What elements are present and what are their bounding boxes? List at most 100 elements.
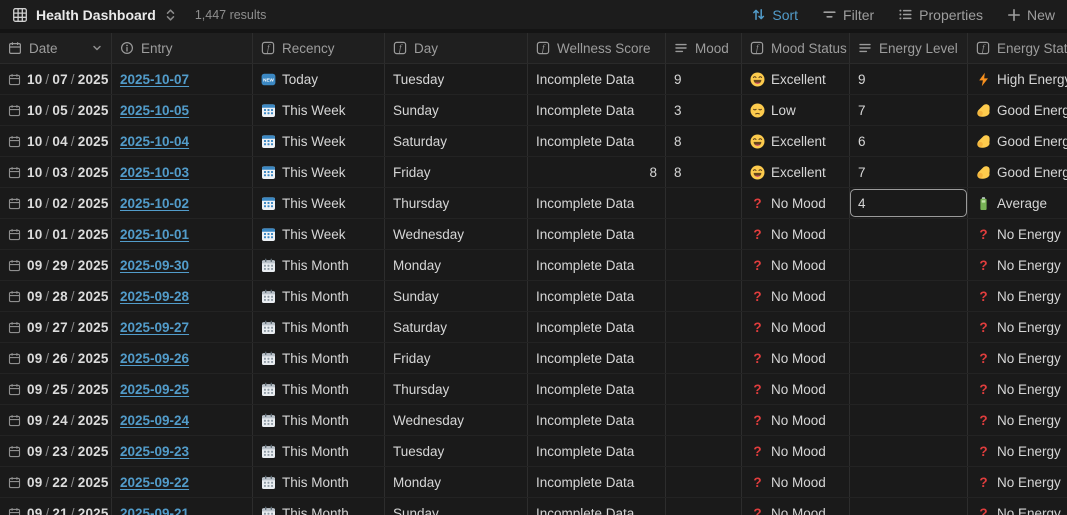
cell-recency[interactable]: This Month: [253, 374, 385, 404]
new-button[interactable]: New: [1007, 7, 1055, 23]
cell-date[interactable]: 10/07/2025: [0, 64, 112, 94]
cell-mood-status[interactable]: ?No Mood: [742, 343, 850, 373]
cell-mood[interactable]: [666, 498, 742, 515]
cell-wellness-score[interactable]: Incomplete Data: [528, 343, 666, 373]
cell-day[interactable]: Tuesday: [385, 436, 528, 466]
cell-recency[interactable]: This Week: [253, 95, 385, 125]
cell-entry[interactable]: 2025-10-02: [112, 188, 253, 218]
cell-mood-status[interactable]: Excellent: [742, 126, 850, 156]
cell-entry[interactable]: 2025-10-04: [112, 126, 253, 156]
cell-wellness-score[interactable]: Incomplete Data: [528, 188, 666, 218]
cell-entry[interactable]: 2025-09-21: [112, 498, 253, 515]
entry-link[interactable]: 2025-09-22: [120, 475, 189, 490]
cell-wellness-score[interactable]: Incomplete Data: [528, 95, 666, 125]
entry-link[interactable]: 2025-09-24: [120, 413, 189, 428]
cell-energy-status[interactable]: Good Energy: [968, 157, 1067, 187]
cell-wellness-score[interactable]: Incomplete Data: [528, 374, 666, 404]
cell-mood[interactable]: [666, 250, 742, 280]
cell-entry[interactable]: 2025-09-26: [112, 343, 253, 373]
cell-entry[interactable]: 2025-09-24: [112, 405, 253, 435]
cell-mood[interactable]: 3: [666, 95, 742, 125]
cell-day[interactable]: Sunday: [385, 95, 528, 125]
cell-mood[interactable]: [666, 343, 742, 373]
cell-mood-status[interactable]: ?No Mood: [742, 312, 850, 342]
view-title[interactable]: Health Dashboard: [36, 7, 156, 23]
cell-mood-status[interactable]: ?No Mood: [742, 405, 850, 435]
cell-day[interactable]: Saturday: [385, 126, 528, 156]
cell-energy-status[interactable]: Good Energy: [968, 95, 1067, 125]
cell-energy-status[interactable]: ?No Energy: [968, 219, 1067, 249]
cell-wellness-score[interactable]: Incomplete Data: [528, 219, 666, 249]
sort-button[interactable]: Sort: [751, 7, 798, 23]
cell-entry[interactable]: 2025-10-05: [112, 95, 253, 125]
entry-link[interactable]: 2025-10-03: [120, 165, 189, 180]
cell-energy-status[interactable]: ?No Energy: [968, 436, 1067, 466]
cell-date[interactable]: 09/25/2025: [0, 374, 112, 404]
cell-mood[interactable]: [666, 374, 742, 404]
column-header-wellness-score[interactable]: fWellness Score: [528, 33, 666, 63]
cell-day[interactable]: Wednesday: [385, 405, 528, 435]
cell-entry[interactable]: 2025-09-27: [112, 312, 253, 342]
cell-energy-status[interactable]: Good Energy: [968, 126, 1067, 156]
cell-energy-status[interactable]: ?No Energy: [968, 405, 1067, 435]
cell-recency[interactable]: This Month: [253, 250, 385, 280]
cell-day[interactable]: Thursday: [385, 374, 528, 404]
cell-recency[interactable]: This Week: [253, 157, 385, 187]
cell-mood-status[interactable]: ?No Mood: [742, 219, 850, 249]
cell-wellness-score[interactable]: Incomplete Data: [528, 498, 666, 515]
cell-mood[interactable]: 9: [666, 64, 742, 94]
cell-mood[interactable]: [666, 281, 742, 311]
cell-recency[interactable]: NEWToday: [253, 64, 385, 94]
cell-entry[interactable]: 2025-10-07: [112, 64, 253, 94]
cell-energy-status[interactable]: ?No Energy: [968, 281, 1067, 311]
cell-energy-level[interactable]: [850, 343, 968, 373]
cell-entry[interactable]: 2025-09-25: [112, 374, 253, 404]
column-header-entry[interactable]: Entry: [112, 33, 253, 63]
entry-link[interactable]: 2025-09-28: [120, 289, 189, 304]
entry-link[interactable]: 2025-10-07: [120, 72, 189, 87]
cell-energy-level[interactable]: 6: [850, 126, 968, 156]
column-header-date[interactable]: Date: [0, 33, 112, 63]
cell-energy-status[interactable]: ?No Energy: [968, 467, 1067, 497]
cell-recency[interactable]: This Month: [253, 312, 385, 342]
column-header-mood[interactable]: Mood: [666, 33, 742, 63]
cell-mood-status[interactable]: ?No Mood: [742, 188, 850, 218]
cell-entry[interactable]: 2025-09-28: [112, 281, 253, 311]
properties-button[interactable]: Properties: [898, 7, 983, 23]
cell-recency[interactable]: This Month: [253, 498, 385, 515]
cell-energy-status[interactable]: ?No Energy: [968, 343, 1067, 373]
cell-date[interactable]: 09/22/2025: [0, 467, 112, 497]
cell-day[interactable]: Monday: [385, 250, 528, 280]
cell-mood[interactable]: [666, 219, 742, 249]
cell-mood-status[interactable]: ?No Mood: [742, 374, 850, 404]
entry-link[interactable]: 2025-09-21: [120, 506, 189, 515]
cell-energy-level[interactable]: [850, 436, 968, 466]
cell-mood[interactable]: 8: [666, 126, 742, 156]
cell-recency[interactable]: This Month: [253, 281, 385, 311]
cell-mood[interactable]: 8: [666, 157, 742, 187]
cell-date[interactable]: 10/04/2025: [0, 126, 112, 156]
cell-energy-level[interactable]: [850, 374, 968, 404]
cell-day[interactable]: Sunday: [385, 498, 528, 515]
cell-energy-status[interactable]: ?No Energy: [968, 498, 1067, 515]
cell-mood[interactable]: [666, 405, 742, 435]
cell-recency[interactable]: This Month: [253, 467, 385, 497]
column-header-energy-status[interactable]: fEnergy Status: [968, 33, 1067, 63]
cell-mood[interactable]: [666, 467, 742, 497]
cell-wellness-score[interactable]: Incomplete Data: [528, 281, 666, 311]
cell-day[interactable]: Sunday: [385, 281, 528, 311]
cell-day[interactable]: Monday: [385, 467, 528, 497]
cell-recency[interactable]: This Week: [253, 188, 385, 218]
cell-day[interactable]: Friday: [385, 343, 528, 373]
entry-link[interactable]: 2025-09-30: [120, 258, 189, 273]
cell-day[interactable]: Thursday: [385, 188, 528, 218]
cell-mood-status[interactable]: ?No Mood: [742, 250, 850, 280]
entry-link[interactable]: 2025-10-01: [120, 227, 189, 242]
cell-energy-status[interactable]: ?No Energy: [968, 374, 1067, 404]
view-switcher-icon[interactable]: [164, 8, 177, 22]
cell-entry[interactable]: 2025-10-01: [112, 219, 253, 249]
cell-entry[interactable]: 2025-10-03: [112, 157, 253, 187]
cell-wellness-score[interactable]: Incomplete Data: [528, 405, 666, 435]
cell-date[interactable]: 10/05/2025: [0, 95, 112, 125]
cell-entry[interactable]: 2025-09-22: [112, 467, 253, 497]
